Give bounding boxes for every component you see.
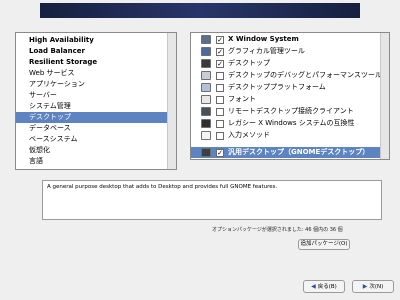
package-checkbox[interactable] xyxy=(216,72,224,80)
category-item[interactable]: データベース xyxy=(16,123,168,134)
package-checkbox[interactable] xyxy=(216,96,224,104)
package-row[interactable]: デスクトッププラットフォーム xyxy=(191,82,381,93)
gnome-desktop-icon xyxy=(201,148,211,157)
category-item[interactable]: ベースシステム xyxy=(16,134,168,145)
optional-packages-button[interactable]: 追加パッケージ(O) xyxy=(298,239,350,250)
package-row[interactable]: 入力メソッド xyxy=(191,130,381,141)
category-item[interactable]: Load Balancer xyxy=(16,46,168,57)
package-checkbox[interactable] xyxy=(216,108,224,116)
category-scrollbar[interactable] xyxy=(167,33,176,169)
category-item[interactable]: High Availability xyxy=(16,35,168,46)
category-item[interactable]: 言語 xyxy=(16,156,168,167)
package-label: X Window System xyxy=(228,35,299,43)
category-item[interactable]: アプリケーション xyxy=(16,79,168,90)
back-label: 戻る(B) xyxy=(317,284,337,290)
package-row[interactable]: ✓ グラフィカル管理ツール xyxy=(191,46,381,57)
package-label: リモートデスクトップ接続クライアント xyxy=(228,107,354,115)
package-row[interactable]: ✓ デスクトップ xyxy=(191,58,381,69)
x-window-icon xyxy=(201,35,211,44)
package-checkbox[interactable] xyxy=(216,84,224,92)
package-label: デスクトップのデバッグとパフォーマンスツール xyxy=(228,71,382,79)
package-label: デスクトッププラットフォーム xyxy=(228,83,326,91)
package-label: フォント xyxy=(228,95,256,103)
package-row[interactable]: ✓ X Window System xyxy=(191,34,381,45)
package-label: グラフィカル管理ツール xyxy=(228,47,305,55)
category-item[interactable]: Web サービス xyxy=(16,68,168,79)
category-list[interactable]: High Availability Load Balancer Resilien… xyxy=(15,32,177,170)
arrow-left-icon: ◀ xyxy=(311,283,316,290)
font-icon xyxy=(201,95,211,104)
package-checkbox[interactable]: ✓ xyxy=(216,60,224,68)
package-label: レガシー X Windows システムの互換性 xyxy=(228,119,355,127)
legacy-x-icon xyxy=(201,119,211,128)
category-item[interactable]: Resilient Storage xyxy=(16,57,168,68)
desktop-icon xyxy=(201,59,211,68)
header-banner xyxy=(40,3,360,18)
input-method-icon xyxy=(201,131,211,140)
package-row[interactable]: デスクトップのデバッグとパフォーマンスツール xyxy=(191,70,382,81)
package-row[interactable]: リモートデスクトップ接続クライアント xyxy=(191,106,381,117)
package-checkbox[interactable] xyxy=(216,132,224,140)
package-label: デスクトップ xyxy=(228,59,270,67)
graphical-admin-icon xyxy=(201,47,211,56)
package-row[interactable]: レガシー X Windows システムの互換性 xyxy=(191,118,381,129)
arrow-right-icon: ▶ xyxy=(362,283,368,290)
category-item[interactable]: サーバー xyxy=(16,90,168,101)
selection-status: オプションパッケージが選択されました: 46 個内の 36 個 xyxy=(212,227,343,233)
platform-icon xyxy=(201,83,211,92)
package-row[interactable]: フォント xyxy=(191,94,381,105)
package-checkbox[interactable] xyxy=(216,120,224,128)
category-item-selected[interactable]: デスクトップ xyxy=(16,112,168,123)
category-item[interactable]: システム管理 xyxy=(16,101,168,112)
package-list[interactable]: ✓ X Window System ✓ グラフィカル管理ツール ✓ デスクトップ… xyxy=(190,32,390,160)
package-checkbox[interactable]: ✓ xyxy=(216,48,224,56)
package-label: 入力メソッド xyxy=(228,131,270,139)
package-checkbox[interactable]: ✓ xyxy=(216,149,224,157)
package-checkbox[interactable]: ✓ xyxy=(216,36,224,44)
remote-desktop-icon xyxy=(201,107,211,116)
package-label: 汎用デスクトップ（GNOMEデスクトップ） xyxy=(228,148,370,156)
package-description: A general purpose desktop that adds to D… xyxy=(42,180,382,220)
next-label: 次(N) xyxy=(369,284,384,290)
category-item[interactable]: 仮想化 xyxy=(16,145,168,156)
back-button[interactable]: ◀ 戻る(B) xyxy=(303,280,345,293)
package-row-selected[interactable]: ✓ 汎用デスクトップ（GNOMEデスクトップ） xyxy=(191,147,381,158)
next-button[interactable]: ▶ 次(N) xyxy=(352,280,394,293)
package-scrollbar[interactable] xyxy=(380,33,389,159)
debug-tools-icon xyxy=(201,71,211,80)
